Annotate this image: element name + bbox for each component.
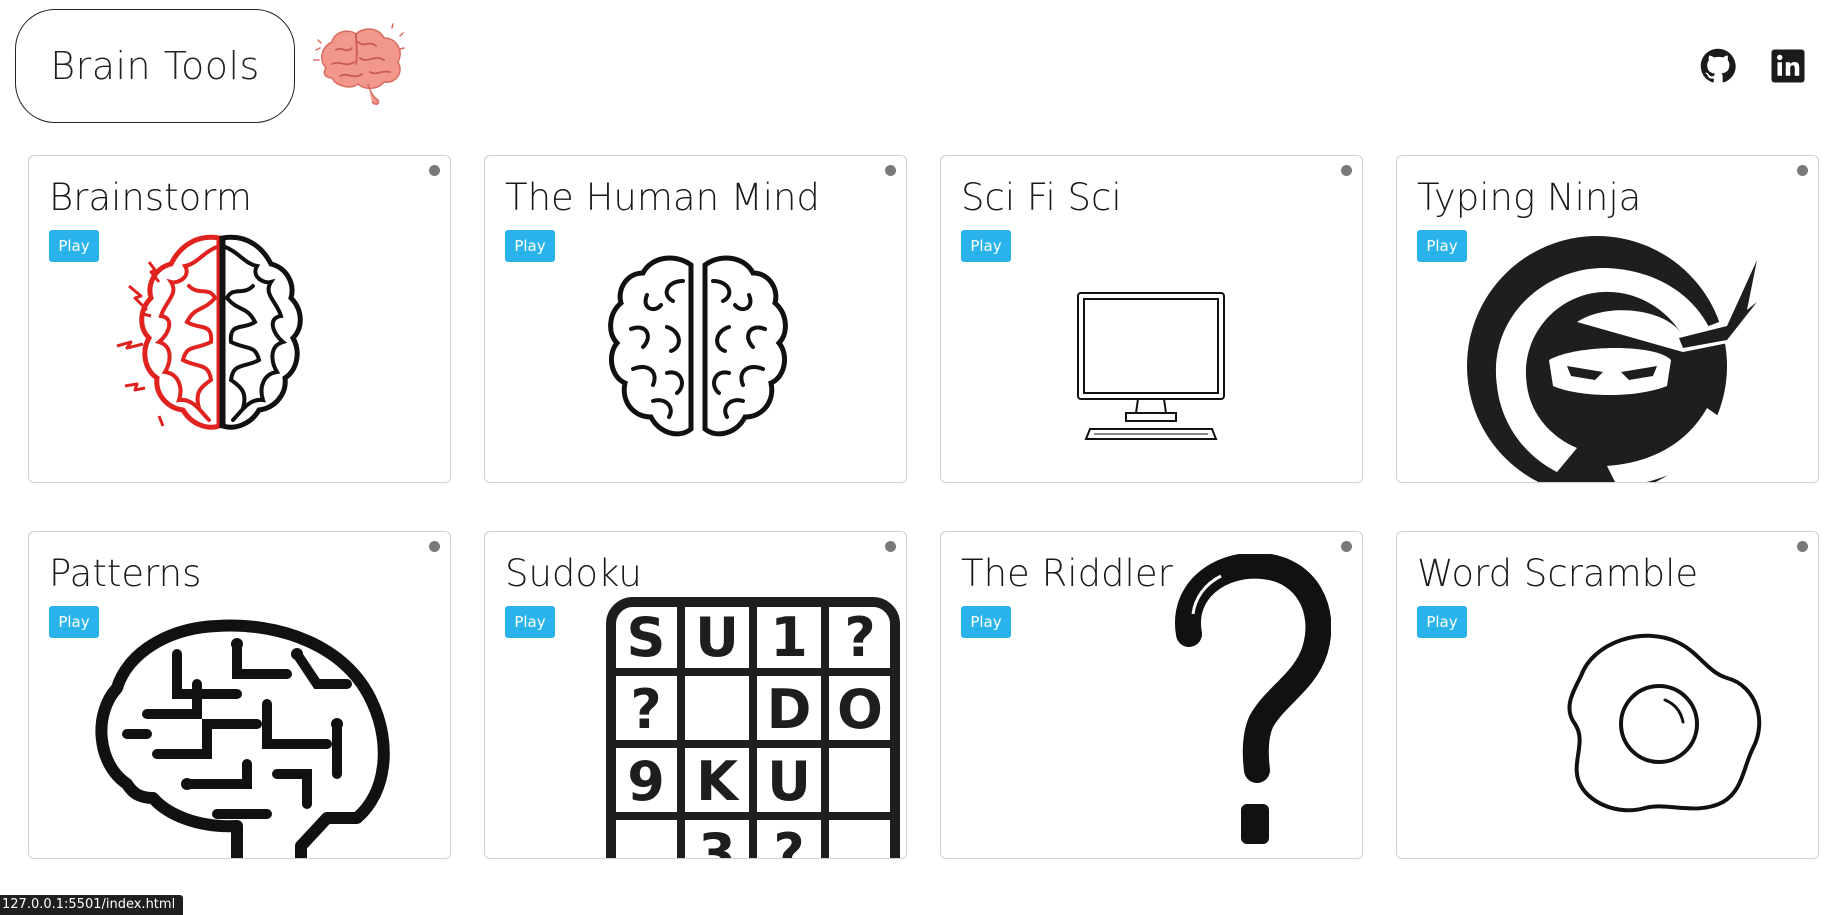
game-card-typing-ninja[interactable]: Typing Ninja Play (1396, 155, 1819, 483)
header: Brain Tools (0, 0, 1841, 135)
play-button[interactable]: Play (49, 606, 99, 638)
status-bar-url: 127.0.0.1:5501/index.html (0, 895, 184, 915)
card-title: Brainstorm (49, 176, 252, 219)
brainstorm-brain-image (116, 234, 303, 430)
sudoku-cell: ? (630, 678, 661, 741)
sudoku-cell: S (627, 606, 666, 669)
sudoku-cell: 3 (698, 822, 736, 859)
card-title: Sudoku (505, 552, 642, 595)
card-title: Typing Ninja (1417, 176, 1642, 219)
linkedin-link[interactable] (1770, 48, 1806, 84)
card-title: Patterns (49, 552, 202, 595)
fried-egg-image (1567, 633, 1762, 813)
play-button[interactable]: Play (49, 230, 99, 262)
sudoku-cell: D (767, 678, 812, 741)
game-card-word-scramble[interactable]: Word Scramble Play (1396, 531, 1819, 859)
status-dot (1341, 541, 1352, 552)
sudoku-cell: U (767, 750, 811, 813)
github-icon (1700, 48, 1736, 83)
game-card-patterns[interactable]: Patterns Play (28, 531, 451, 859)
card-title: The Human Mind (505, 176, 820, 219)
game-card-brainstorm[interactable]: Brainstorm Play (28, 155, 451, 483)
brand-title[interactable]: Brain Tools (15, 9, 295, 123)
status-dot (1341, 165, 1352, 176)
linkedin-icon (1771, 49, 1805, 83)
sudoku-grid-image: S U 1?? D O9 K U3? (606, 597, 900, 859)
computer-monitor-image (1077, 292, 1225, 440)
human-brain-outline-image (608, 255, 788, 437)
play-button[interactable]: Play (1417, 606, 1467, 638)
status-dot (885, 165, 896, 176)
github-link[interactable] (1700, 48, 1736, 84)
game-card-the-human-mind[interactable]: The Human Mind Play (484, 155, 907, 483)
game-card-sci-fi-sci[interactable]: Sci Fi Sci Play (940, 155, 1363, 483)
sudoku-cell: K (696, 750, 740, 813)
play-button[interactable]: Play (1417, 230, 1467, 262)
status-dot (429, 165, 440, 176)
circuit-brain-image (95, 619, 390, 858)
status-dot (1797, 165, 1808, 176)
status-dot (429, 541, 440, 552)
play-button[interactable]: Play (961, 230, 1011, 262)
game-card-the-riddler[interactable]: The Riddler Play (940, 531, 1363, 859)
sudoku-cell: 1 (770, 606, 808, 669)
sudoku-cell: O (837, 678, 883, 741)
status-dot (885, 541, 896, 552)
play-button[interactable]: Play (961, 606, 1011, 638)
sudoku-cell: 9 (627, 750, 665, 813)
card-title: The Riddler (961, 552, 1173, 595)
question-mark-image (1175, 554, 1331, 844)
brain-logo-icon (313, 23, 405, 105)
play-button[interactable]: Play (505, 606, 555, 638)
sudoku-cell: U (695, 606, 739, 669)
sudoku-cell: ? (844, 606, 875, 669)
game-card-sudoku[interactable]: S U 1?? D O 9 K U 3? Sudoku Play (484, 531, 907, 859)
card-title: Word Scramble (1417, 552, 1699, 595)
play-button[interactable]: Play (505, 230, 555, 262)
status-dot (1797, 541, 1808, 552)
card-title: Sci Fi Sci (961, 176, 1122, 219)
sudoku-cell: ? (773, 822, 804, 859)
ninja-logo-image (1467, 236, 1763, 482)
